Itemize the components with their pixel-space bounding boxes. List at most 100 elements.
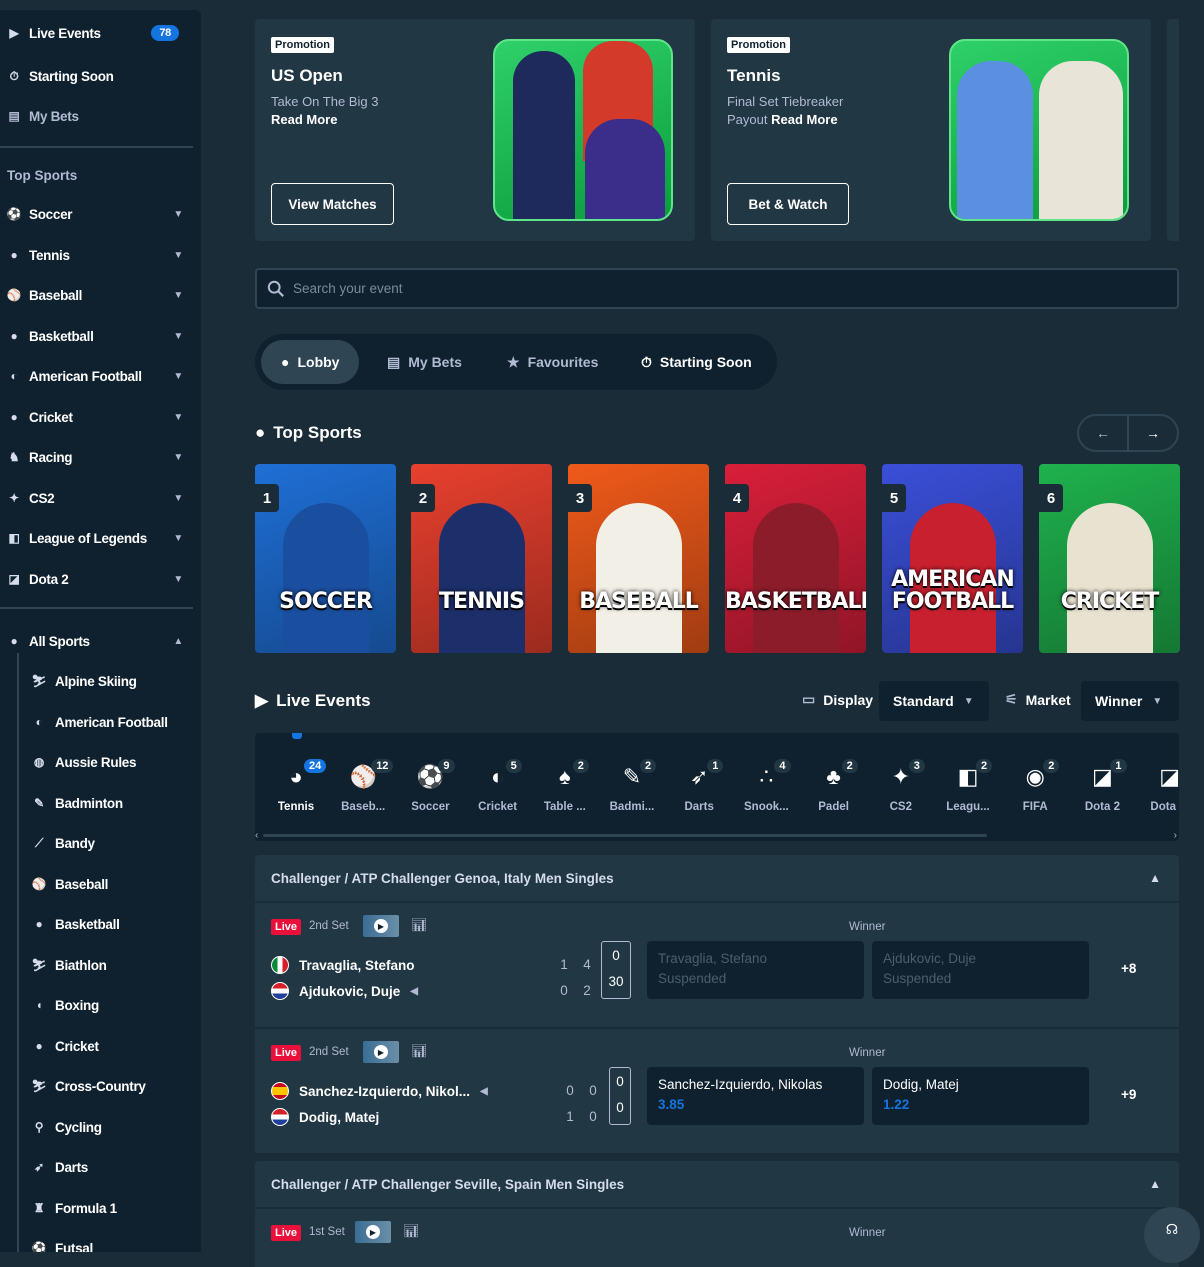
headset-icon: ☊: [1165, 1221, 1179, 1237]
promo-read-more-link[interactable]: Read More: [771, 112, 837, 127]
sidebar-sub-baseball[interactable]: ⚾ Baseball: [18, 869, 195, 899]
league-header[interactable]: Challenger / ATP Challenger Seville, Spa…: [255, 1161, 1179, 1207]
top-sport-card[interactable]: 3 BASEBALL: [568, 464, 709, 653]
scroll-left-icon[interactable]: ‹: [255, 830, 258, 841]
sidebar-sub-darts[interactable]: ➶ Darts: [18, 1152, 195, 1182]
live-sport-filter-item[interactable]: ◕ 24 Tennis: [266, 757, 327, 817]
sidebar-sub-cycling[interactable]: ⚲ Cycling: [18, 1112, 195, 1142]
search-bar[interactable]: Search your event: [255, 268, 1179, 309]
stats-icon[interactable]: 📊︎: [411, 917, 428, 933]
tab-favourites[interactable]: ★ Favourites: [507, 340, 598, 384]
sidebar-sub-boxing[interactable]: ◖ Boxing: [18, 990, 195, 1020]
event-count-badge: 12: [371, 759, 394, 773]
live-sport-filter-item[interactable]: ◪ 1 Dota 2: [1072, 757, 1132, 817]
sidebar-sub-alpine-skiing[interactable]: ⛷ Alpine Skiing: [18, 666, 195, 696]
stats-icon[interactable]: 📊︎: [411, 1043, 428, 1059]
live-sport-filter-item[interactable]: ◪ Dota ...: [1140, 757, 1179, 817]
away-team[interactable]: Ajdukovic, Duje ◀: [271, 981, 418, 1001]
sidebar-sub-futsal[interactable]: ⚽ Futsal: [18, 1233, 195, 1253]
sidebar-item-baseball[interactable]: ⚾ Baseball ▼: [0, 280, 195, 310]
league-header[interactable]: Challenger / ATP Challenger Genoa, Italy…: [255, 855, 1179, 901]
live-sport-filter-item[interactable]: ⚾ 12 Baseb...: [333, 757, 394, 817]
live-support-button[interactable]: ☊: [1144, 1207, 1200, 1263]
sidebar-sub-biathlon[interactable]: ⛷ Biathlon: [18, 950, 195, 980]
live-sport-filter-item[interactable]: ➶ 1 Darts: [669, 757, 729, 817]
chevron-up-icon[interactable]: ▲: [1149, 871, 1161, 885]
futsal-icon: ⚽: [31, 1241, 47, 1252]
live-sport-filter-item[interactable]: ∴ 4 Snook...: [736, 757, 796, 817]
display-dropdown[interactable]: Standard ▼: [879, 681, 989, 721]
live-sport-filter-item[interactable]: ◉ 2 FIFA: [1005, 757, 1065, 817]
promo-read-more-link[interactable]: Read More: [271, 112, 337, 127]
sidebar-item-tennis[interactable]: ● Tennis ▼: [0, 240, 195, 270]
sidebar: ▶ Live Events 78 ⏱ Starting Soon ▤ My Be…: [0, 10, 201, 1252]
promo-banner-us-open[interactable]: Promotion US Open Take On The Big 3 Read…: [255, 19, 695, 241]
home-team[interactable]: Travaglia, Stefano: [271, 955, 415, 975]
chevron-up-icon[interactable]: ▲: [1149, 1177, 1161, 1191]
top-sports-heading: ● Top Sports: [255, 423, 362, 443]
odds-button[interactable]: Dodig, Matej 1.22: [872, 1067, 1089, 1125]
scrollbar[interactable]: [263, 834, 987, 837]
top-sport-card[interactable]: 6 CRICKET: [1039, 464, 1180, 653]
chevron-down-icon: ▼: [173, 532, 183, 544]
arrow-left-icon[interactable]: ←: [1079, 416, 1129, 450]
sidebar-sub-aussie-rules[interactable]: ◍ Aussie Rules: [18, 747, 195, 777]
odds-button[interactable]: Sanchez-Izquierdo, Nikolas 3.85: [647, 1067, 864, 1125]
sidebar-all-sports[interactable]: ● All Sports ▲: [0, 626, 195, 656]
sidebar-item-league-of-legends[interactable]: ◧ League of Legends ▼: [0, 523, 195, 553]
arrow-right-icon[interactable]: →: [1129, 416, 1177, 450]
top-sport-card[interactable]: 2 TENNIS: [411, 464, 552, 653]
odds-button[interactable]: Ajdukovic, Duje Suspended: [872, 941, 1089, 999]
sidebar-sub-american-football[interactable]: ◐ American Football: [18, 707, 195, 737]
sidebar-starting-soon[interactable]: ⏱ Starting Soon: [0, 61, 195, 91]
sidebar-sub-cricket[interactable]: ● Cricket: [18, 1031, 195, 1061]
chevron-down-icon: ▼: [963, 695, 974, 707]
more-markets-button[interactable]: +8: [1121, 961, 1136, 976]
live-sport-filter-item[interactable]: ✎ 2 Badmi...: [602, 757, 662, 817]
tab-lobby[interactable]: ● Lobby: [261, 340, 360, 384]
sidebar-live-events[interactable]: ▶ Live Events 78: [0, 18, 195, 48]
away-team[interactable]: Dodig, Matej: [271, 1107, 379, 1127]
view-matches-button[interactable]: View Matches: [271, 183, 394, 225]
top-sport-card[interactable]: 1 SOCCER: [255, 464, 396, 653]
market-dropdown[interactable]: Winner ▼: [1081, 681, 1179, 721]
promo-banner-tennis[interactable]: Promotion Tennis Final Set Tiebreaker Pa…: [711, 19, 1151, 241]
sidebar-item-dota-2[interactable]: ◪ Dota 2 ▼: [0, 564, 195, 594]
top-sport-card[interactable]: 5 AMERICAN FOOTBALL: [882, 464, 1023, 653]
odds-button[interactable]: Travaglia, Stefano Suspended: [647, 941, 864, 999]
sidebar-item-cs2[interactable]: ✦ CS2 ▼: [0, 483, 195, 513]
scroll-right-icon[interactable]: ›: [1174, 830, 1177, 841]
live-stream-icon[interactable]: ▶: [363, 1041, 399, 1063]
tab-label: Lobby: [297, 354, 340, 370]
stats-icon[interactable]: 📊︎: [403, 1223, 420, 1239]
sidebar-item-soccer[interactable]: ⚽ Soccer ▼: [0, 199, 195, 229]
sidebar-sub-basketball[interactable]: ● Basketball: [18, 909, 195, 939]
live-sport-filter-item[interactable]: ✦ 3 CS2: [871, 757, 931, 817]
live-stream-icon[interactable]: ▶: [355, 1221, 391, 1243]
live-sport-filter-item[interactable]: ♣ 2 Padel: [804, 757, 864, 817]
live-sport-filter-item[interactable]: ◧ 2 Leagu...: [938, 757, 998, 817]
sidebar-item-basketball[interactable]: ● Basketball ▼: [0, 321, 195, 351]
bet-and-watch-button[interactable]: Bet & Watch: [727, 183, 849, 225]
sidebar-item-racing[interactable]: ♞ Racing ▼: [0, 442, 195, 472]
top-sport-card[interactable]: 4 BASKETBALL: [725, 464, 866, 653]
sidebar-sub-badminton[interactable]: ✎ Badminton: [18, 788, 195, 818]
tab-my-bets[interactable]: ▤ My Bets: [387, 340, 462, 384]
sidebar-my-bets[interactable]: ▤ My Bets: [0, 101, 195, 131]
live-sport-filter-item[interactable]: ⚽ 9 Soccer: [400, 757, 460, 817]
sidebar-item-american-football[interactable]: ◐ American Football ▼: [0, 361, 195, 391]
star-icon: ★: [507, 353, 520, 370]
home-team[interactable]: Sanchez-Izquierdo, Nikol... ◀: [271, 1081, 488, 1101]
live-sport-filter-item[interactable]: ◐ 5 Cricket: [468, 757, 528, 817]
sidebar-sub-cross-country[interactable]: ⛷ Cross-Country: [18, 1071, 195, 1101]
more-markets-button[interactable]: +9: [1121, 1087, 1136, 1102]
sidebar-item-cricket[interactable]: ● Cricket ▼: [0, 402, 195, 432]
search-input[interactable]: Search your event: [293, 281, 403, 296]
live-stream-icon[interactable]: ▶: [363, 915, 399, 937]
game-score: 30: [608, 974, 624, 989]
basketball-icon: ●: [35, 917, 43, 931]
live-sport-filter-item[interactable]: ♠ 2 Table ...: [535, 757, 595, 817]
sidebar-sub-bandy[interactable]: ⟋ Bandy: [18, 828, 195, 858]
sidebar-sub-formula-1[interactable]: ♜ Formula 1: [18, 1193, 195, 1223]
tab-starting-soon[interactable]: ⏱ Starting Soon: [641, 340, 752, 384]
